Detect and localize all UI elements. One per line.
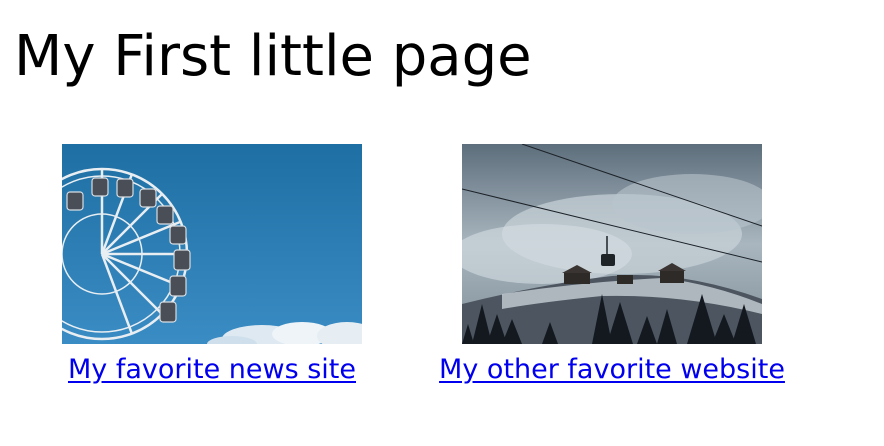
news-site-link[interactable]: My favorite news site — [68, 354, 356, 385]
link-card-news: My favorite news site — [52, 144, 372, 385]
ferris-wheel-image — [62, 144, 362, 344]
link-card-other: My other favorite website — [418, 144, 806, 385]
other-website-link[interactable]: My other favorite website — [439, 354, 785, 385]
page-title: My First little page — [14, 24, 532, 89]
cable-car-image — [462, 144, 762, 344]
